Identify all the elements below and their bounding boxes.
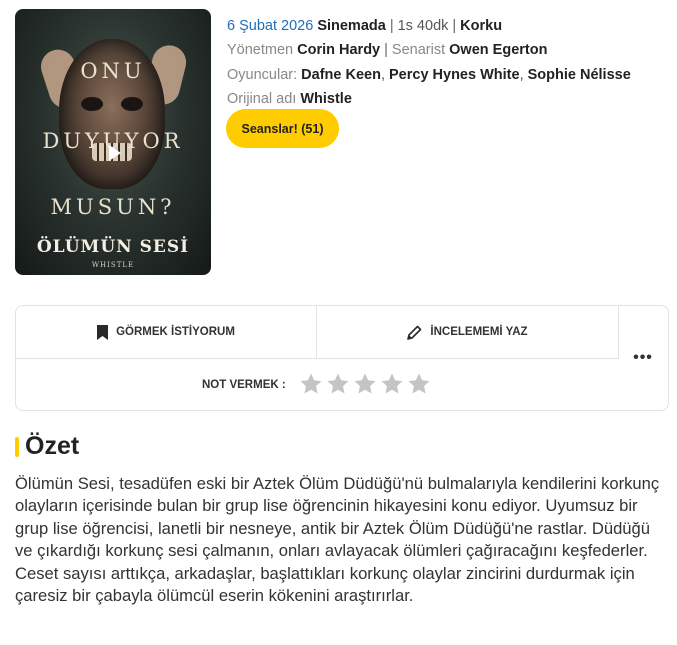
star-icon[interactable]: [299, 372, 323, 396]
write-review-label: İNCELEMEMİ YAZ: [430, 326, 528, 338]
crew-row: Yönetmen Corin Hardy | Senarist Owen Egert…: [227, 38, 667, 62]
user-actions-panel: GÖRMEK İSTİYORUM İNCELEMEMİ YAZ ••• NOT …: [15, 305, 669, 411]
watchlist-button[interactable]: GÖRMEK İSTİYORUM: [16, 306, 317, 359]
bookmark-icon: [97, 324, 109, 340]
poster-subtitle: WHISTLE: [91, 261, 135, 269]
release-row: 6 Şubat 2026 Sinemada | 1s 40dk | Korku: [227, 14, 667, 38]
showtimes-button[interactable]: Seanslar! (51): [226, 109, 339, 148]
star-icon[interactable]: [353, 372, 377, 396]
movie-poster[interactable]: ONU DUYUYOR MUSUN? ÖLÜMÜN SESİ WHISTLE: [15, 9, 211, 275]
rating-row: NOT VERMEK :: [16, 359, 619, 410]
poster-mask-eye: [121, 97, 143, 111]
original-title-row: Orijinal adı Whistle: [227, 87, 667, 111]
summary-heading: Özet: [25, 432, 80, 460]
cast-link[interactable]: Percy Hynes White: [389, 67, 520, 83]
genre-link[interactable]: Korku: [460, 18, 502, 34]
play-icon[interactable]: [109, 145, 121, 161]
more-options-button[interactable]: •••: [618, 306, 668, 410]
separator: |: [384, 42, 388, 58]
separator: |: [452, 18, 457, 34]
poster-title: ÖLÜMÜN SESİ: [36, 237, 190, 257]
cast-label: Oyuncular:: [227, 67, 298, 83]
star-icon[interactable]: [407, 372, 431, 396]
star-icon[interactable]: [326, 372, 350, 396]
release-date[interactable]: 6 Şubat 2026: [227, 18, 313, 34]
poster-tagline-3: MUSUN?: [50, 195, 176, 219]
movie-details: 6 Şubat 2026 Sinemada | 1s 40dk | Korku Yöne…: [227, 14, 667, 111]
writer-link[interactable]: Owen Egerton: [449, 42, 547, 58]
release-venue: Sinemada: [317, 18, 386, 34]
cast-row: Oyuncular: Dafne Keen, Percy Hynes White…: [227, 67, 631, 83]
cast-link[interactable]: Sophie Nélisse: [528, 67, 631, 83]
cast-link[interactable]: Dafne Keen: [301, 67, 381, 83]
original-title-label: Orijinal adı: [227, 91, 297, 107]
rating-stars: [299, 372, 431, 396]
writer-label: Senarist: [391, 42, 446, 58]
poster-mask-eye: [81, 97, 103, 111]
summary-header: Özet: [15, 432, 79, 461]
director-label: Yönetmen: [227, 42, 294, 58]
duration: 1s 40dk: [397, 18, 449, 34]
poster-tagline-1: ONU: [80, 59, 146, 83]
watchlist-label: GÖRMEK İSTİYORUM: [116, 326, 235, 338]
rating-label: NOT VERMEK :: [202, 378, 286, 391]
separator: |: [389, 18, 394, 34]
director-link[interactable]: Corin Hardy: [297, 42, 380, 58]
write-review-button[interactable]: İNCELEMEMİ YAZ: [317, 306, 619, 359]
original-title: Whistle: [300, 91, 352, 107]
summary-text: Ölümün Sesi, tesadüfen eski bir Aztek Öl…: [15, 474, 660, 606]
more-icon: •••: [633, 349, 653, 366]
pencil-icon: [407, 325, 422, 340]
star-icon[interactable]: [380, 372, 404, 396]
summary-accent-bar: [15, 436, 19, 457]
